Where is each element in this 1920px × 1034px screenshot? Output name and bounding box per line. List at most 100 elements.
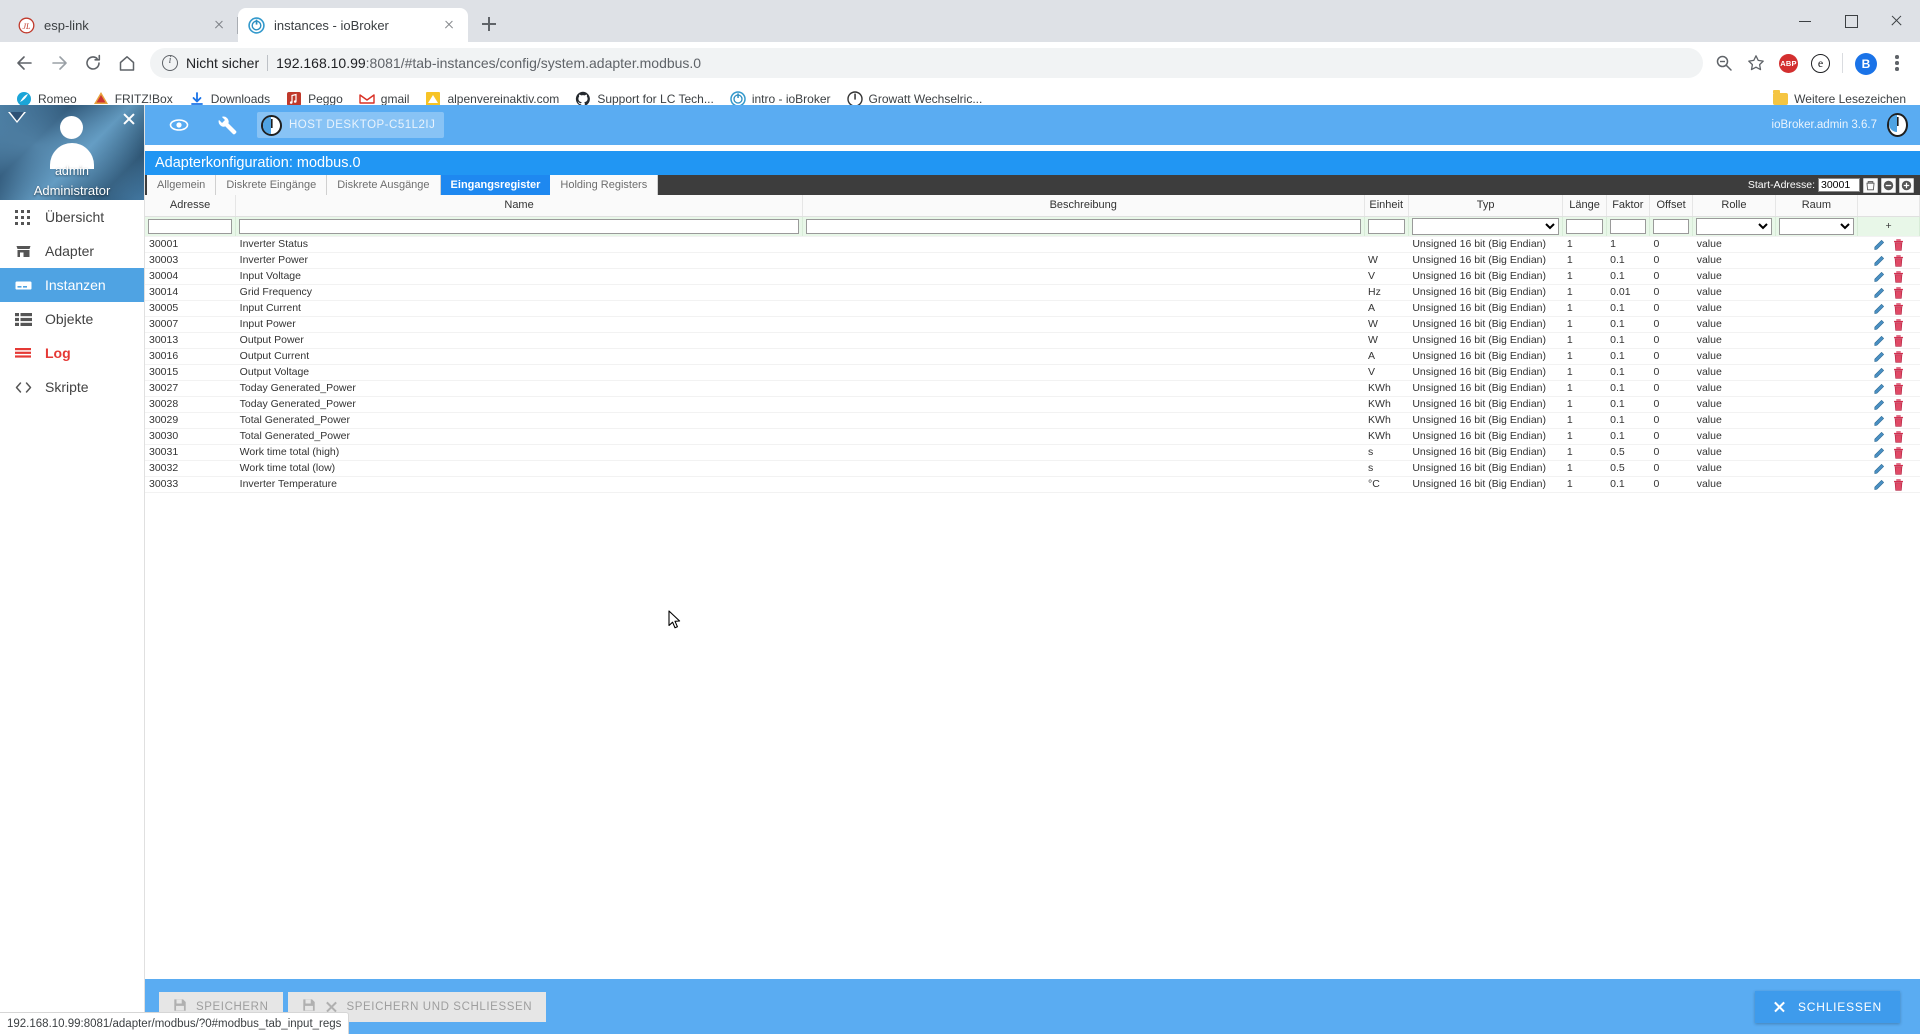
minus-circle-icon[interactable] <box>1881 177 1896 193</box>
close-dialog-button[interactable]: SCHLIESSEN <box>1754 990 1900 1023</box>
extension-e-icon[interactable]: e <box>1805 48 1835 78</box>
table-row[interactable]: 30033 Inverter Temperature °C Unsigned 16 b… <box>145 476 1920 493</box>
filter-typ-select[interactable] <box>1411 217 1560 235</box>
pencil-icon[interactable] <box>1874 351 1885 362</box>
window-close-button[interactable] <box>1874 0 1920 42</box>
appbar-right: ioBroker.admin 3.6.7 <box>1772 113 1908 137</box>
trash-icon[interactable] <box>1893 318 1903 331</box>
maximize-button[interactable] <box>1828 0 1874 42</box>
trash-icon[interactable] <box>1893 302 1903 315</box>
pencil-icon[interactable] <box>1874 271 1885 282</box>
tab-holding-registers[interactable]: Holding Registers <box>550 175 659 195</box>
add-row-button[interactable]: + <box>1857 216 1920 237</box>
filter-laenge-input[interactable] <box>1566 218 1603 234</box>
pencil-icon[interactable] <box>1874 479 1885 490</box>
new-tab-button[interactable] <box>474 9 504 39</box>
table-row[interactable]: 30013 Output Power W Unsigned 16 bit (Big E… <box>145 332 1920 349</box>
pencil-icon[interactable] <box>1874 463 1885 474</box>
table-row[interactable]: 30032 Work time total (low) s Unsigned 16 b… <box>145 460 1920 477</box>
table-row[interactable]: 30029 Total Generated_Power KWh Unsigned 16… <box>145 412 1920 429</box>
filter-raum-select[interactable] <box>1778 217 1855 235</box>
eye-icon[interactable] <box>155 105 203 145</box>
pencil-icon[interactable] <box>1874 447 1885 458</box>
kebab-menu-icon[interactable] <box>1882 48 1912 78</box>
browser-tab-instances-iobroker[interactable]: instances - ioBroker <box>238 8 468 42</box>
trash-icon[interactable] <box>1893 238 1903 251</box>
trash-icon[interactable] <box>1893 414 1903 427</box>
trash-icon[interactable] <box>1893 446 1903 459</box>
bookmark-star-icon[interactable] <box>1741 48 1771 78</box>
table-row[interactable]: 30027 Today Generated_Power KWh Unsigned 16… <box>145 380 1920 397</box>
profile-avatar[interactable]: B <box>1850 48 1880 78</box>
trash-icon[interactable] <box>1893 334 1903 347</box>
minimize-button[interactable] <box>1782 0 1828 42</box>
pencil-icon[interactable] <box>1874 239 1885 250</box>
filter-name-input[interactable] <box>239 218 799 234</box>
pencil-icon[interactable] <box>1874 383 1885 394</box>
delete-all-icon[interactable] <box>1863 177 1878 193</box>
filter-beschreibung-input[interactable] <box>805 218 1361 234</box>
sidebar-item-objekte[interactable]: Objekte <box>0 302 144 336</box>
pencil-icon[interactable] <box>1874 287 1885 298</box>
sidebar-item-log[interactable]: Log <box>0 336 144 370</box>
sidebar-close-icon[interactable] <box>122 112 136 126</box>
sidebar-item-instanzen[interactable]: Instanzen <box>0 268 144 302</box>
tab-diskrete-ausgaenge[interactable]: Diskrete Ausgänge <box>327 175 441 195</box>
tab-diskrete-eingaenge[interactable]: Diskrete Eingänge <box>216 175 328 195</box>
filter-faktor-input[interactable] <box>1609 218 1646 234</box>
pencil-icon[interactable] <box>1874 303 1885 314</box>
table-row[interactable]: 30005 Input Current A Unsigned 16 bit (Big … <box>145 300 1920 317</box>
table-row[interactable]: 30015 Output Voltage V Unsigned 16 bit (Big… <box>145 364 1920 381</box>
pencil-icon[interactable] <box>1874 319 1885 330</box>
table-row[interactable]: 30007 Input Power W Unsigned 16 bit (Big En… <box>145 316 1920 333</box>
extension-adblock-icon[interactable]: ABP <box>1773 48 1803 78</box>
start-address-input[interactable] <box>1818 178 1860 192</box>
zoom-out-icon[interactable] <box>1709 48 1739 78</box>
back-icon[interactable] <box>8 46 42 80</box>
filter-rolle-select[interactable] <box>1696 217 1772 235</box>
filter-adresse-input[interactable] <box>148 218 233 234</box>
trash-icon[interactable] <box>1893 462 1903 475</box>
pencil-icon[interactable] <box>1874 255 1885 266</box>
sidebar-item-uebersicht[interactable]: Übersicht <box>0 200 144 234</box>
pencil-icon[interactable] <box>1874 367 1885 378</box>
trash-icon[interactable] <box>1893 430 1903 443</box>
table-row[interactable]: 30028 Today Generated_Power KWh Unsigned 16… <box>145 396 1920 413</box>
pencil-icon[interactable] <box>1874 399 1885 410</box>
trash-icon[interactable] <box>1893 350 1903 363</box>
filter-offset-input[interactable] <box>1652 218 1690 234</box>
trash-icon[interactable] <box>1893 478 1903 491</box>
tab-allgemein[interactable]: Allgemein <box>147 175 217 195</box>
sidebar-item-adapter[interactable]: Adapter <box>0 234 144 268</box>
forward-icon[interactable] <box>42 46 76 80</box>
home-icon[interactable] <box>110 46 144 80</box>
table-row[interactable]: 30014 Grid Frequency Hz Unsigned 16 bit (Bi… <box>145 284 1920 301</box>
reload-icon[interactable] <box>76 46 110 80</box>
sidebar-item-skripte[interactable]: Skripte <box>0 370 144 404</box>
close-icon[interactable] <box>210 16 228 34</box>
table-row[interactable]: 30004 Input Voltage V Unsigned 16 bit (Big … <box>145 268 1920 285</box>
tab-eingangsregister[interactable]: Eingangsregister <box>440 175 551 195</box>
browser-tab-esp-link[interactable]: JL esp-link <box>8 8 238 42</box>
pencil-icon[interactable] <box>1874 335 1885 346</box>
close-icon[interactable] <box>440 16 458 34</box>
wrench-icon[interactable] <box>203 105 251 145</box>
info-icon[interactable] <box>162 54 178 71</box>
table-row[interactable]: 30030 Total Generated_Power KWh Unsigned 16… <box>145 428 1920 445</box>
trash-icon[interactable] <box>1893 254 1903 267</box>
plus-circle-icon[interactable] <box>1899 177 1914 193</box>
pencil-icon[interactable] <box>1874 415 1885 426</box>
trash-icon[interactable] <box>1893 366 1903 379</box>
host-chip[interactable]: HOST DESKTOP-C51L2IJ <box>257 112 445 138</box>
pencil-icon[interactable] <box>1874 431 1885 442</box>
table-row[interactable]: 30031 Work time total (high) s Unsigned 16 … <box>145 444 1920 461</box>
table-row[interactable]: 30016 Output Current A Unsigned 16 bit (Big… <box>145 348 1920 365</box>
trash-icon[interactable] <box>1893 286 1903 299</box>
trash-icon[interactable] <box>1893 398 1903 411</box>
address-bar[interactable]: Nicht sicher 192.168.10.99:8081/#tab-ins… <box>150 48 1703 78</box>
table-row[interactable]: 30003 Inverter Power W Unsigned 16 bit (Big… <box>145 252 1920 269</box>
trash-icon[interactable] <box>1893 382 1903 395</box>
filter-einheit-input[interactable] <box>1367 218 1405 234</box>
table-row[interactable]: 30001 Inverter Status Unsigned 16 bit (Big… <box>145 236 1920 253</box>
trash-icon[interactable] <box>1893 270 1903 283</box>
